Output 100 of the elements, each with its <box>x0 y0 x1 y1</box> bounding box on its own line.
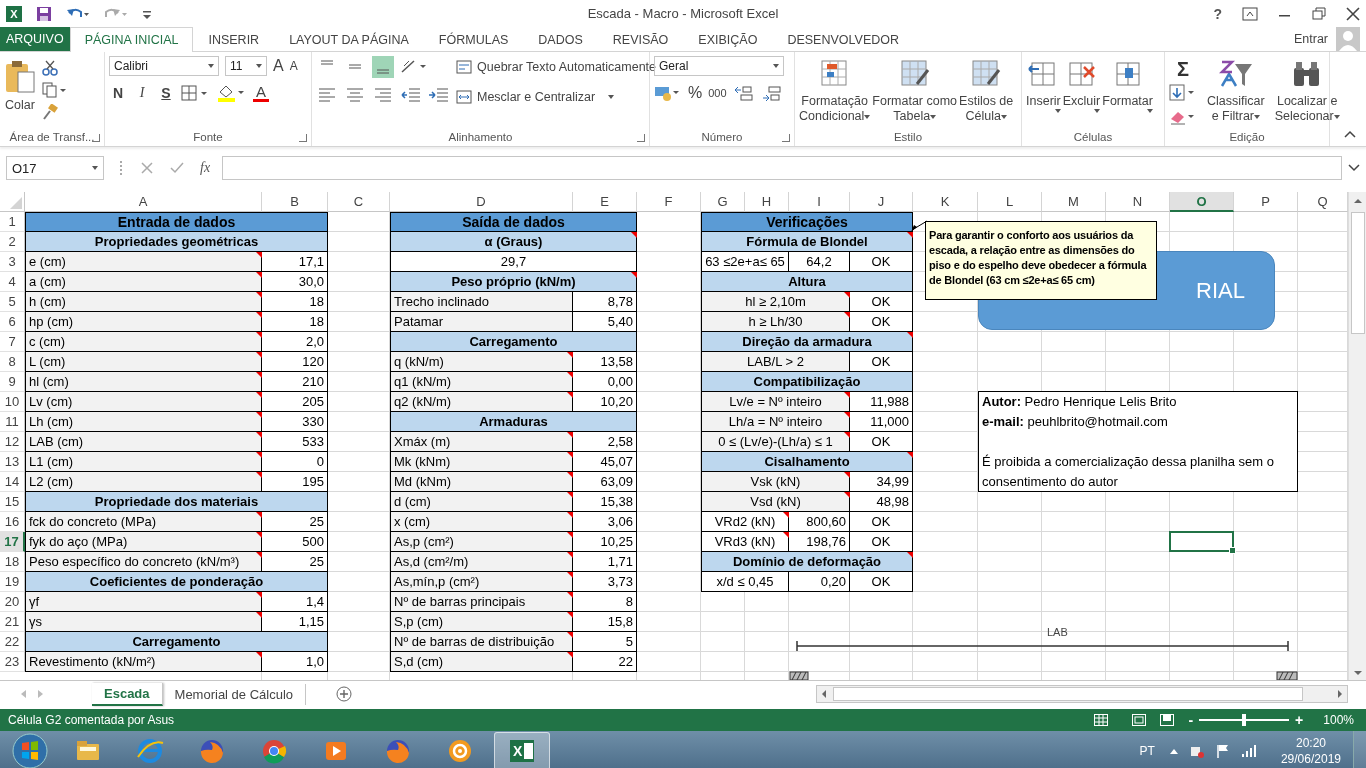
table-cell: 3,73 <box>573 572 637 592</box>
table-cell: 22 <box>573 652 637 672</box>
group-label: Estilo <box>893 131 923 143</box>
table-cell: S,d (cm) <box>390 652 573 672</box>
table-cell: 64,2 <box>789 252 850 272</box>
comment-tooltip: Para garantir o conforto aos usuários da escada, a relação entre as dimensões do piso e do espelho deve obedecer a fórmula de Blondel (63 cm ≤2e+a≤ 65 cm) <box>925 221 1157 300</box>
table-cell: Md (kNm) <box>390 472 573 492</box>
table-cell: Revestimento (kN/m²) <box>25 652 262 672</box>
note-text: Autor: Pedro Henrique Lelis Brito <box>982 393 1178 411</box>
table-cell: OK <box>850 352 913 372</box>
table-cell: As,p (cm²) <box>390 532 573 552</box>
section-heading: Cisalhamento <box>701 452 913 472</box>
table-cell: 25 <box>262 552 328 572</box>
table-cell: OK <box>850 252 913 272</box>
table-cell: 11,000 <box>850 412 913 432</box>
table-cell: OK <box>850 292 913 312</box>
table-cell: 5 <box>573 632 637 652</box>
table-cell: Xmáx (m) <box>390 432 573 452</box>
table-cell: 18 <box>262 312 328 332</box>
table-cell: 15,38 <box>573 492 637 512</box>
group-label: Número <box>701 131 743 143</box>
table-cell: h ≥ Lh/30 <box>701 312 850 332</box>
dimension-label: LAB <box>1047 626 1068 638</box>
table-cell: LAB (cm) <box>25 432 262 452</box>
section-heading: Fórmula de Blondel <box>701 232 913 252</box>
table-title: Saída de dados <box>390 212 637 232</box>
table-cell: 0,00 <box>573 372 637 392</box>
table-cell: Vsk (kN) <box>701 472 850 492</box>
table-cell: q1 (kN/m) <box>390 372 573 392</box>
table-cell: 30,0 <box>262 272 328 292</box>
table-cell: VRd2 (kN) <box>701 512 789 532</box>
table-cell: 0 <box>262 452 328 472</box>
section-heading: Peso próprio (kN/m) <box>390 272 637 292</box>
table-cell: 210 <box>262 372 328 392</box>
table-cell: L (cm) <box>25 352 262 372</box>
table-cell: As,d (cm²/m) <box>390 552 573 572</box>
table-cell: OK <box>850 312 913 332</box>
section-heading: Propriedade dos materiais <box>25 492 328 512</box>
status-message: Célula G2 comentada por Asus <box>8 713 175 727</box>
table-cell: 1,0 <box>262 652 328 672</box>
table-cell: Lv/e = Nº inteiro <box>701 392 850 412</box>
table-cell: 29,7 <box>390 252 637 272</box>
table-cell: 2,58 <box>573 432 637 452</box>
section-heading: Propriedades geométricas <box>25 232 328 252</box>
table-cell: 0,20 <box>789 572 850 592</box>
table-cell: 120 <box>262 352 328 372</box>
table-cell: Lh/a = Nº inteiro <box>701 412 850 432</box>
table-cell: 10,25 <box>573 532 637 552</box>
table-cell: 1,15 <box>262 612 328 632</box>
table-cell: hl ≥ 2,10m <box>701 292 850 312</box>
group-label: Área de Transf... <box>9 131 95 143</box>
table-cell: 533 <box>262 432 328 452</box>
note-text: e-mail: peuhlbrito@hotmail.com <box>982 413 1169 431</box>
section-heading: Armaduras <box>390 412 637 432</box>
table-cell: 18 <box>262 292 328 312</box>
table-cell: q2 (kN/m) <box>390 392 573 412</box>
table-cell: 0 ≤ (Lv/e)-(Lh/a) ≤ 1 <box>701 432 850 452</box>
table-cell: 63 ≤2e+a≤ 65 <box>701 252 789 272</box>
table-cell: LAB/L > 2 <box>701 352 850 372</box>
section-heading: Altura <box>701 272 913 292</box>
table-cell: 34,99 <box>850 472 913 492</box>
note-text: É proibida a comercialização dessa planilha sem o consentimento do autor <box>982 453 1275 491</box>
table-cell: x (cm) <box>390 512 573 532</box>
table-cell: 2,0 <box>262 332 328 352</box>
table-cell: L1 (cm) <box>25 452 262 472</box>
table-cell: 10,20 <box>573 392 637 412</box>
table-cell: L2 (cm) <box>25 472 262 492</box>
table-cell: Mk (kNm) <box>390 452 573 472</box>
table-cell: 800,60 <box>789 512 850 532</box>
table-cell: Peso específico do concreto (kN/m³) <box>25 552 262 572</box>
section-heading: Compatibilização <box>701 372 913 392</box>
table-title: Verificações <box>701 212 913 232</box>
table-cell: 1,4 <box>262 592 328 612</box>
table-cell: e (cm) <box>25 252 262 272</box>
table-cell: fyk do aço (MPa) <box>25 532 262 552</box>
table-cell: OK <box>850 572 913 592</box>
table-cell: OK <box>850 512 913 532</box>
table-cell: 15,8 <box>573 612 637 632</box>
table-cell: 205 <box>262 392 328 412</box>
table-cell: 5,40 <box>573 312 637 332</box>
table-cell: 330 <box>262 412 328 432</box>
table-cell: 3,06 <box>573 512 637 532</box>
table-cell: 63,09 <box>573 472 637 492</box>
window-title: Escada - Macro - Microsoft Excel <box>587 6 779 21</box>
table-cell: Trecho inclinado <box>390 292 573 312</box>
table-cell: 195 <box>262 472 328 492</box>
table-cell: hp (cm) <box>25 312 262 332</box>
table-cell: As,mín,p (cm²) <box>390 572 573 592</box>
table-cell: 48,98 <box>850 492 913 512</box>
table-cell: h (cm) <box>25 292 262 312</box>
table-cell: Lv (cm) <box>25 392 262 412</box>
table-cell: 1,71 <box>573 552 637 572</box>
table-cell: x/d ≤ 0,45 <box>701 572 789 592</box>
group-label: Alinhamento <box>448 131 513 143</box>
table-cell: 8,78 <box>573 292 637 312</box>
table-cell: hl (cm) <box>25 372 262 392</box>
table-cell: Nº de barras principais <box>390 592 573 612</box>
table-cell: γs <box>25 612 262 632</box>
table-cell: 45,07 <box>573 452 637 472</box>
table-cell: q (kN/m) <box>390 352 573 372</box>
